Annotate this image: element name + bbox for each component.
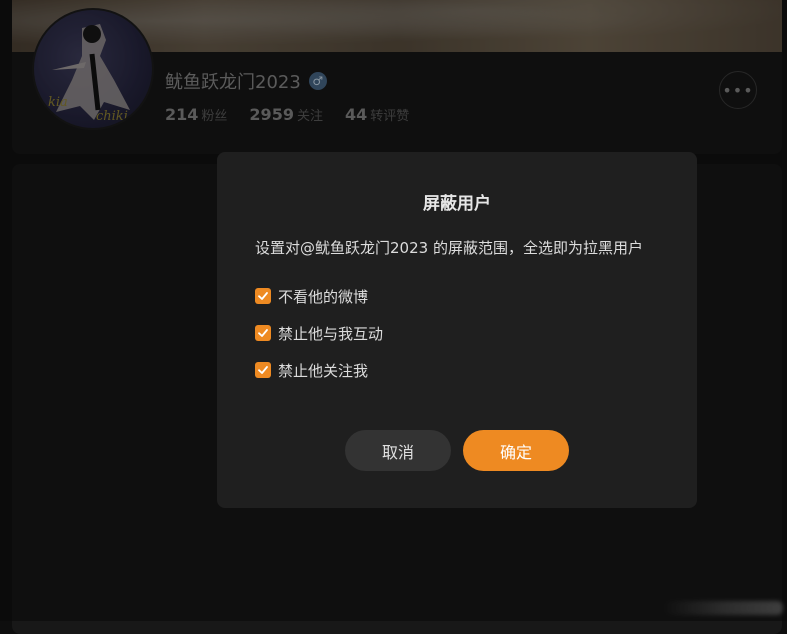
option-label: 不看他的微博 [278,287,369,306]
option-label: 禁止他关注我 [278,361,369,380]
block-user-dialog: 屏蔽用户 设置对@鱿鱼跃龙门2023 的屏蔽范围，全选即为拉黑用户 不看他的微博… [217,152,697,508]
option-block-interaction[interactable]: 禁止他与我互动 [255,320,659,346]
option-hide-posts[interactable]: 不看他的微博 [255,283,659,309]
option-block-follow[interactable]: 禁止他关注我 [255,357,659,383]
dialog-description: 设置对@鱿鱼跃龙门2023 的屏蔽范围，全选即为拉黑用户 [255,239,643,257]
dialog-buttons: 取消 确定 [217,430,697,471]
checkbox-checked-icon[interactable] [255,325,271,341]
option-label: 禁止他与我互动 [278,324,384,343]
cancel-button[interactable]: 取消 [345,430,451,471]
checkbox-checked-icon[interactable] [255,362,271,378]
block-options: 不看他的微博 禁止他与我互动 禁止他关注我 [255,283,659,383]
checkbox-checked-icon[interactable] [255,288,271,304]
confirm-button[interactable]: 确定 [463,430,569,471]
dialog-title: 屏蔽用户 [423,194,491,214]
